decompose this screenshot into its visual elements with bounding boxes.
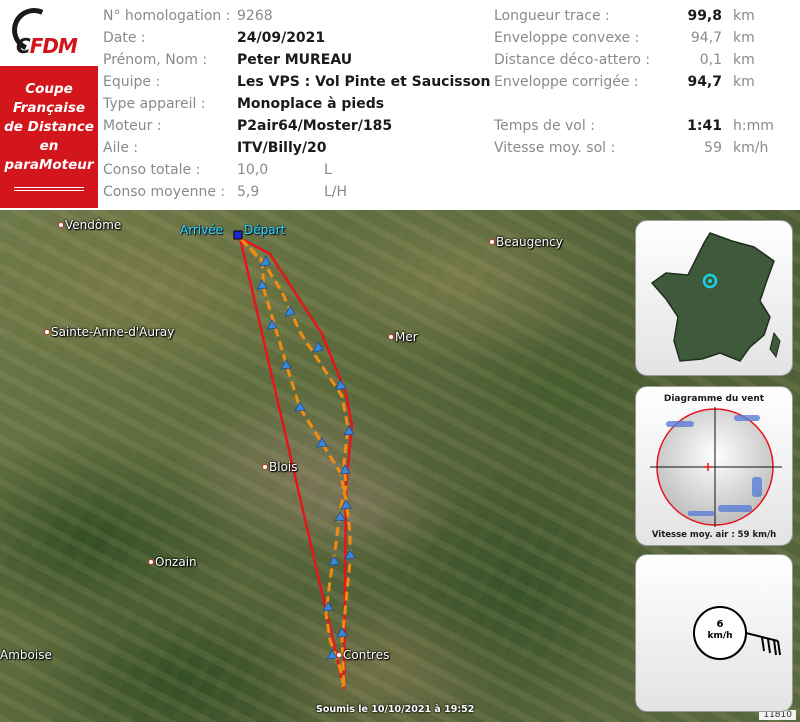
ground-speed-unit: km/h [733,140,769,156]
wind-speed-unit: km/h [707,631,733,641]
wind-speed-panel: 6 km/h [635,554,793,712]
ground-speed-value: 59 [704,140,722,156]
town-label: Contres [336,648,389,662]
france-map-icon [650,232,781,362]
date-value: 24/09/2021 [237,30,326,46]
divider [14,187,84,188]
homologation-value: 9268 [237,8,273,24]
wind-diagram-title: Diagramme du vent [663,394,765,404]
convex-hull-value: 94,7 [690,30,722,46]
engine-label: Moteur : [103,118,162,134]
date-label: Date : [103,30,146,46]
takeoff-landing-unit: km [733,52,755,68]
cfdm-logo: CFDM [0,0,98,66]
town-label: Sainte-Anne-d'Auray [44,325,174,339]
town-label: Mer [388,330,418,344]
total-fuel-label: Conso totale : [103,162,201,178]
town-label: Onzain [148,555,197,569]
avg-fuel-value: 5,9 [237,184,260,200]
header: CFDM Coupe Française de Distance en para… [0,0,800,210]
departure-label: Départ [244,223,286,237]
track-length-label: Longueur trace : [494,8,610,24]
pilot-label: Prénom, Nom : [103,52,208,68]
town-label: Blois [262,460,298,474]
aircraft-type-label: Type appareil : [103,96,206,112]
town-dot-icon [58,222,64,228]
corrected-hull-unit: km [733,74,755,90]
arrival-label: Arrivée [180,223,224,237]
competition-title: Coupe Française de Distance en paraMoteu… [4,81,94,173]
town-label: Amboise [0,648,52,662]
convex-hull-label: Enveloppe convexe : [494,30,640,46]
team-value: Les VPS : Vol Pinte et Saucisson [237,74,491,90]
competition-banner: Coupe Française de Distance en paraMoteu… [0,66,98,208]
france-location-panel [635,220,793,376]
takeoff-landing-value: 0,1 [699,52,722,68]
wing-label: Aile : [103,140,139,156]
town-dot-icon [44,329,50,335]
ground-speed-label: Vitesse moy. sol : [494,140,616,156]
town-dot-icon [336,652,342,658]
start-marker-icon [233,230,243,240]
flight-map[interactable]: Vendôme Beaugency Sainte-Anne-d'Auray Me… [0,210,800,722]
town-label: Beaugency [489,235,563,249]
air-speed-caption: Vitesse moy. air : 59 km/h [651,530,777,540]
total-fuel-value: 10,0 [237,162,269,178]
direction-arrow-icon [335,379,347,391]
direction-arrow-icon [312,341,324,353]
town-dot-icon [262,464,268,470]
pilot-value: Peter MUREAU [237,52,353,68]
town-dot-icon [489,239,495,245]
direction-arrow-icon [294,401,306,412]
town-label: Vendôme [58,218,121,232]
flight-time-label: Temps de vol : [494,118,595,134]
flight-time-unit: h:mm [733,118,774,134]
logo-text: CFDM [16,34,78,58]
wind-diagram-chart [650,407,782,527]
aircraft-type-value: Monoplace à pieds [237,96,385,112]
submitted-timestamp: Soumis le 10/10/2021 à 19:52 [316,704,475,715]
total-fuel-unit: L [324,162,332,178]
wind-speed-value: 6 [716,619,724,630]
wind-diagram-panel: Diagramme du vent Vitesse moy. air : 59 … [635,386,793,546]
convex-hull-unit: km [733,30,755,46]
direction-arrow-icon [256,279,268,290]
avg-fuel-label: Conso moyenne : [103,184,226,200]
town-dot-icon [388,334,394,340]
track-length-unit: km [733,8,755,24]
engine-value: P2air64/Moster/185 [237,118,393,134]
direction-arrow-icon [284,305,296,317]
town-dot-icon [148,559,154,565]
homologation-label: N° homologation : [103,8,231,24]
team-label: Equipe : [103,74,161,90]
flight-time-value: 1:41 [687,118,722,134]
wing-value: ITV/Billy/20 [237,140,327,156]
direction-arrow-icon [328,555,340,566]
corrected-hull-label: Enveloppe corrigée : [494,74,639,90]
direction-arrow-icon [280,359,292,370]
track-length-value: 99,8 [687,8,722,24]
direction-arrow-icon [266,319,278,330]
direction-arrow-icon [334,511,346,522]
avg-fuel-unit: L/H [324,184,348,200]
divider [14,190,84,191]
corrected-hull-value: 94,7 [687,74,722,90]
